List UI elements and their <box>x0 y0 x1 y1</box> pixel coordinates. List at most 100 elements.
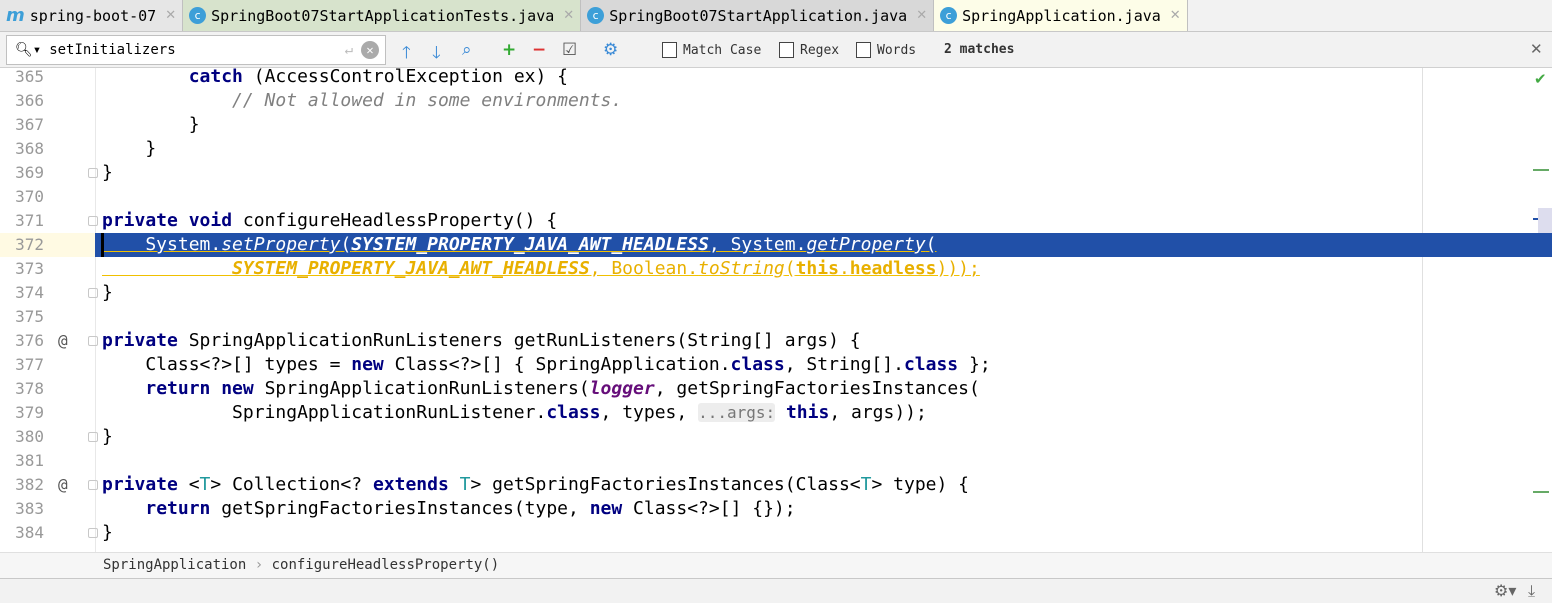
regex-checkbox[interactable]: Regex <box>779 42 839 58</box>
fold-marker-icon[interactable] <box>88 288 98 298</box>
code-line[interactable]: 374} <box>0 281 1530 305</box>
parameter-hint: ...args: <box>698 403 776 422</box>
code-line[interactable]: 381 <box>0 449 1530 473</box>
line-number: 379 <box>15 403 44 422</box>
tab-0[interactable]: m spring-boot-07 ✕ <box>0 0 184 31</box>
tab-2[interactable]: c SpringBoot07StartApplication.java ✕ <box>581 0 935 31</box>
code-text: SYSTEM_PROPERTY_JAVA_AWT_HEADLESS, Boole… <box>102 257 980 281</box>
code-line[interactable]: 383 return getSpringFactoriesInstances(t… <box>0 497 1530 521</box>
code-token: , getSpringFactoriesInstances( <box>654 378 980 399</box>
match-case-checkbox[interactable]: Match Case <box>662 42 761 58</box>
code-token: headless <box>849 258 937 279</box>
code-token: T <box>860 474 872 495</box>
code-editor[interactable]: ✔ 365 catch (AccessControlException ex) … <box>0 68 1552 552</box>
code-token: , String[]. <box>784 354 904 375</box>
code-token: } <box>102 138 157 159</box>
code-line[interactable]: 372 System.setProperty(SYSTEM_PROPERTY_J… <box>15 233 1552 257</box>
code-line[interactable]: 379 SpringApplicationRunListener.class, … <box>0 401 1530 425</box>
clear-icon[interactable]: ✕ <box>361 41 379 59</box>
code-token: private <box>102 330 178 351</box>
code-line[interactable]: 367 } <box>0 113 1530 137</box>
code-token: class <box>903 354 959 375</box>
code-line[interactable]: 376 private SpringApplicationRunListeners… <box>0 329 1530 353</box>
code-line[interactable]: 365 catch (AccessControlException ex) { <box>0 68 1530 89</box>
breadcrumb-method[interactable]: configureHeadlessProperty() <box>272 557 500 573</box>
tab-3[interactable]: c SpringApplication.java ✕ <box>934 0 1188 31</box>
code-token: , Boolean. <box>589 258 699 279</box>
code-line[interactable]: 366 // Not allowed in some environments. <box>0 89 1530 113</box>
fold-marker-icon[interactable] <box>88 168 98 178</box>
fold-marker-icon[interactable] <box>88 336 98 346</box>
close-tab-icon[interactable]: ✕ <box>916 8 927 23</box>
add-selection-icon[interactable]: + <box>502 40 516 60</box>
line-number: 370 <box>15 187 44 206</box>
override-annotation-icon[interactable]: @ <box>58 473 68 497</box>
download-icon[interactable]: ⤓ <box>1528 581 1535 601</box>
tab-1[interactable]: c SpringBoot07StartApplicationTests.java ✕ <box>183 0 582 31</box>
line-number: 381 <box>15 451 44 470</box>
close-tab-icon[interactable]: ✕ <box>165 8 176 23</box>
breadcrumb: SpringApplication › configureHeadlessPro… <box>0 552 1552 578</box>
code-token: extends <box>372 474 449 495</box>
line-number: 367 <box>15 115 44 134</box>
code-token: SpringApplicationRunListeners getRunList… <box>177 330 861 351</box>
find-all-icon[interactable]: ⌕ <box>462 40 472 60</box>
code-token: System. <box>102 234 222 255</box>
spring-boot-class-icon: c <box>587 7 605 24</box>
scroll-marker <box>1533 169 1549 171</box>
code-line[interactable]: 370 <box>0 185 1530 209</box>
code-text: } <box>102 113 200 137</box>
line-number: 371 <box>15 211 44 230</box>
find-bar: 🔍︎▾ setInitializers ↵ ✕ 🡑 🡓 ⌕ + − ☑ ⚙ Ma… <box>0 32 1552 68</box>
code-line[interactable]: 380} <box>0 425 1530 449</box>
code-token: new <box>589 498 623 519</box>
settings-icon[interactable]: ⚙▾ <box>1494 581 1516 600</box>
fold-marker-icon[interactable] <box>88 480 98 490</box>
close-find-icon[interactable]: ✕ <box>1530 40 1543 58</box>
code-token: Class<?>[] {}); <box>622 498 796 519</box>
remove-selection-icon[interactable]: − <box>532 40 546 60</box>
code-line[interactable]: 375 <box>0 305 1530 329</box>
code-token: return new <box>145 378 254 399</box>
previous-occurrence-icon[interactable]: 🡑 <box>402 40 411 69</box>
override-annotation-icon[interactable]: @ <box>58 329 68 353</box>
code-token: > getSpringFactoriesInstances(Class< <box>470 474 861 495</box>
close-tab-icon[interactable]: ✕ <box>563 8 574 23</box>
code-token: return <box>145 498 211 519</box>
select-all-occurrences-icon[interactable]: ☑ <box>562 40 577 60</box>
code-token: setProperty <box>221 234 341 255</box>
code-line[interactable]: 384} <box>0 521 1530 545</box>
settings-gear-icon[interactable]: ⚙ <box>603 40 618 60</box>
fold-marker-icon[interactable] <box>88 528 98 538</box>
breadcrumb-class[interactable]: SpringApplication <box>103 557 246 573</box>
code-text: System.setProperty(SYSTEM_PROPERTY_JAVA_… <box>102 233 936 257</box>
code-token: toString <box>698 258 785 279</box>
code-token: SYSTEM_PROPERTY_JAVA_AWT_HEADLESS <box>351 234 709 255</box>
close-tab-icon[interactable]: ✕ <box>1170 8 1181 23</box>
java-class-icon: c <box>940 7 958 24</box>
code-text: return new SpringApplicationRunListeners… <box>102 377 980 401</box>
code-line[interactable]: 378 return new SpringApplicationRunListe… <box>0 377 1530 401</box>
code-line[interactable]: 369} <box>0 161 1530 185</box>
line-number: 376 <box>15 331 44 350</box>
code-text: private SpringApplicationRunListeners ge… <box>102 329 861 353</box>
code-line[interactable]: 368 } <box>0 137 1530 161</box>
line-number: 374 <box>15 283 44 302</box>
line-number: 368 <box>15 139 44 158</box>
code-token: , types, <box>600 402 699 423</box>
search-icon[interactable]: 🔍︎▾ <box>15 42 41 58</box>
words-checkbox[interactable]: Words <box>856 42 916 58</box>
fold-marker-icon[interactable] <box>88 216 98 226</box>
code-token: T <box>199 474 211 495</box>
code-line[interactable]: 377 Class<?>[] types = new Class<?>[] { … <box>0 353 1530 377</box>
code-line[interactable]: 371 private void configureHeadlessPropert… <box>0 209 1530 233</box>
code-text: } <box>102 281 113 305</box>
code-line[interactable]: 382 private <T> Collection<? extends T> g… <box>0 473 1530 497</box>
code-token: }; <box>958 354 991 375</box>
code-line[interactable]: 373 SYSTEM_PROPERTY_JAVA_AWT_HEADLESS, B… <box>0 257 1530 281</box>
next-occurrence-icon[interactable]: 🡓 <box>432 40 441 69</box>
line-number: 366 <box>15 91 44 110</box>
code-token: SpringApplicationRunListeners( <box>253 378 590 399</box>
fold-marker-icon[interactable] <box>88 432 98 442</box>
search-input[interactable]: 🔍︎▾ setInitializers ↵ ✕ <box>6 35 386 65</box>
